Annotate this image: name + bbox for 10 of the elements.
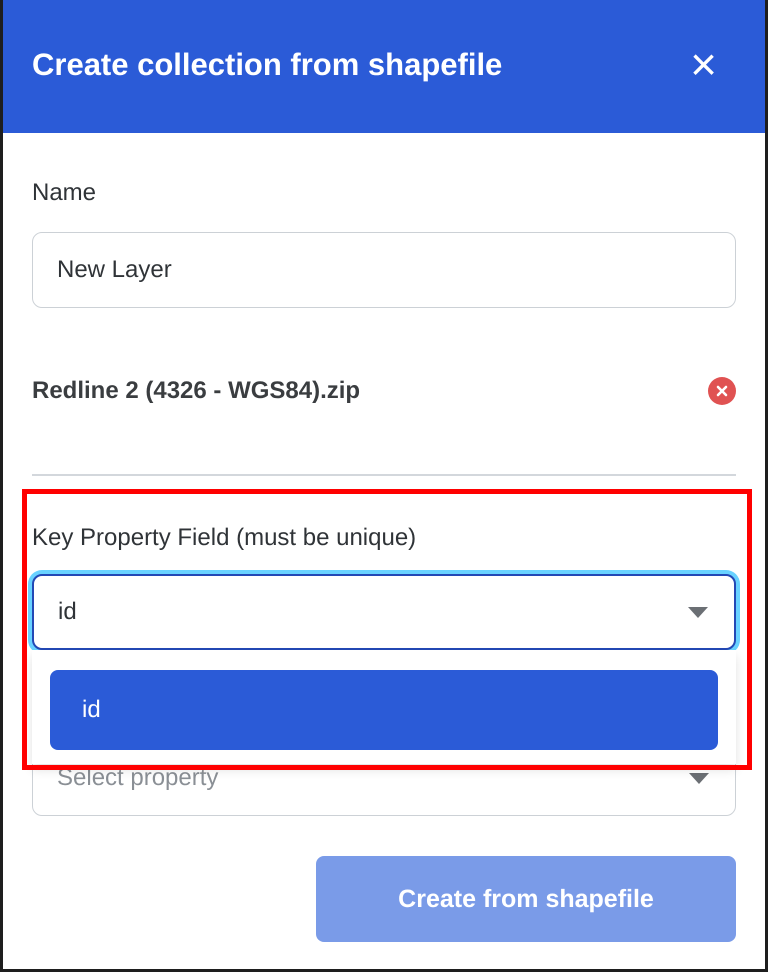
close-button[interactable]: × (686, 40, 721, 86)
dialog-title: Create collection from shapefile (32, 46, 502, 82)
file-name: Redline 2 (4326 - WGS84).zip (32, 377, 360, 405)
name-field[interactable]: New Layer (32, 232, 736, 308)
remove-icon[interactable] (708, 377, 736, 405)
caret-icon (689, 772, 709, 784)
dropdown-option[interactable]: id (50, 670, 718, 750)
field-label: Name (32, 178, 98, 208)
field-label: Key Property Field (must be unique) (32, 523, 418, 553)
caret-icon (688, 606, 708, 618)
